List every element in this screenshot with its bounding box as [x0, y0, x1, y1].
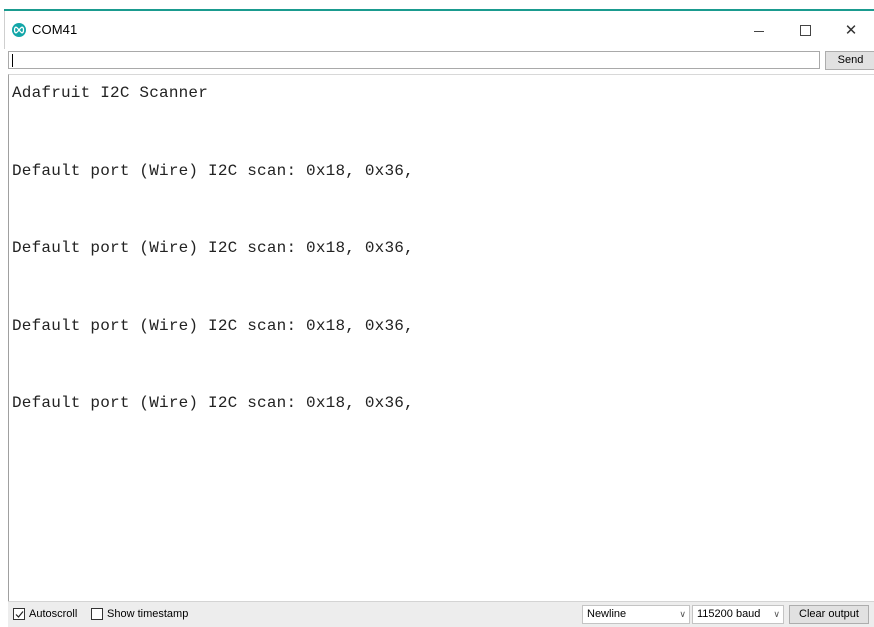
- serial-output-area[interactable]: Adafruit I2C Scanner Default port (Wire)…: [8, 74, 874, 601]
- line-ending-value: Newline: [587, 608, 627, 620]
- baud-rate-value: 115200 baud: [697, 608, 761, 620]
- window-accent-border: [0, 0, 874, 11]
- text-caret: [12, 54, 13, 67]
- show-timestamp-label[interactable]: Show timestamp: [107, 608, 188, 620]
- send-button[interactable]: Send: [825, 51, 874, 70]
- close-button[interactable]: ✕: [828, 11, 874, 49]
- minimize-icon: [754, 30, 764, 32]
- chevron-down-icon: ∨: [773, 609, 780, 619]
- output-line: Default port (Wire) I2C scan: 0x18, 0x36…: [12, 317, 414, 335]
- output-line: Default port (Wire) I2C scan: 0x18, 0x36…: [12, 394, 414, 412]
- show-timestamp-checkbox[interactable]: [91, 608, 103, 620]
- checkmark-icon: [15, 611, 24, 618]
- status-bar: Autoscroll Show timestamp Newline ∨ 1152…: [8, 601, 874, 627]
- serial-send-input[interactable]: [8, 51, 820, 69]
- maximize-button[interactable]: [782, 11, 828, 49]
- minimize-button[interactable]: [736, 11, 782, 49]
- autoscroll-checkbox[interactable]: [13, 608, 25, 620]
- output-line: Default port (Wire) I2C scan: 0x18, 0x36…: [12, 239, 414, 257]
- output-line: Adafruit I2C Scanner: [12, 84, 209, 102]
- clear-output-button[interactable]: Clear output: [789, 605, 869, 624]
- line-ending-select[interactable]: Newline ∨: [582, 605, 690, 624]
- maximize-icon: [799, 24, 811, 36]
- title-bar[interactable]: COM41 ✕: [4, 11, 874, 49]
- serial-monitor-window: COM41 ✕ Send Adafruit I2C Scanner Defaul…: [0, 0, 874, 627]
- close-icon: ✕: [844, 22, 858, 39]
- chevron-down-icon: ∨: [679, 609, 686, 619]
- arduino-infinity-icon: [12, 23, 26, 37]
- autoscroll-label[interactable]: Autoscroll: [29, 608, 77, 620]
- output-line: Default port (Wire) I2C scan: 0x18, 0x36…: [12, 162, 414, 180]
- baud-rate-select[interactable]: 115200 baud ∨: [692, 605, 784, 624]
- send-row: Send: [8, 51, 874, 73]
- window-title: COM41: [32, 22, 78, 37]
